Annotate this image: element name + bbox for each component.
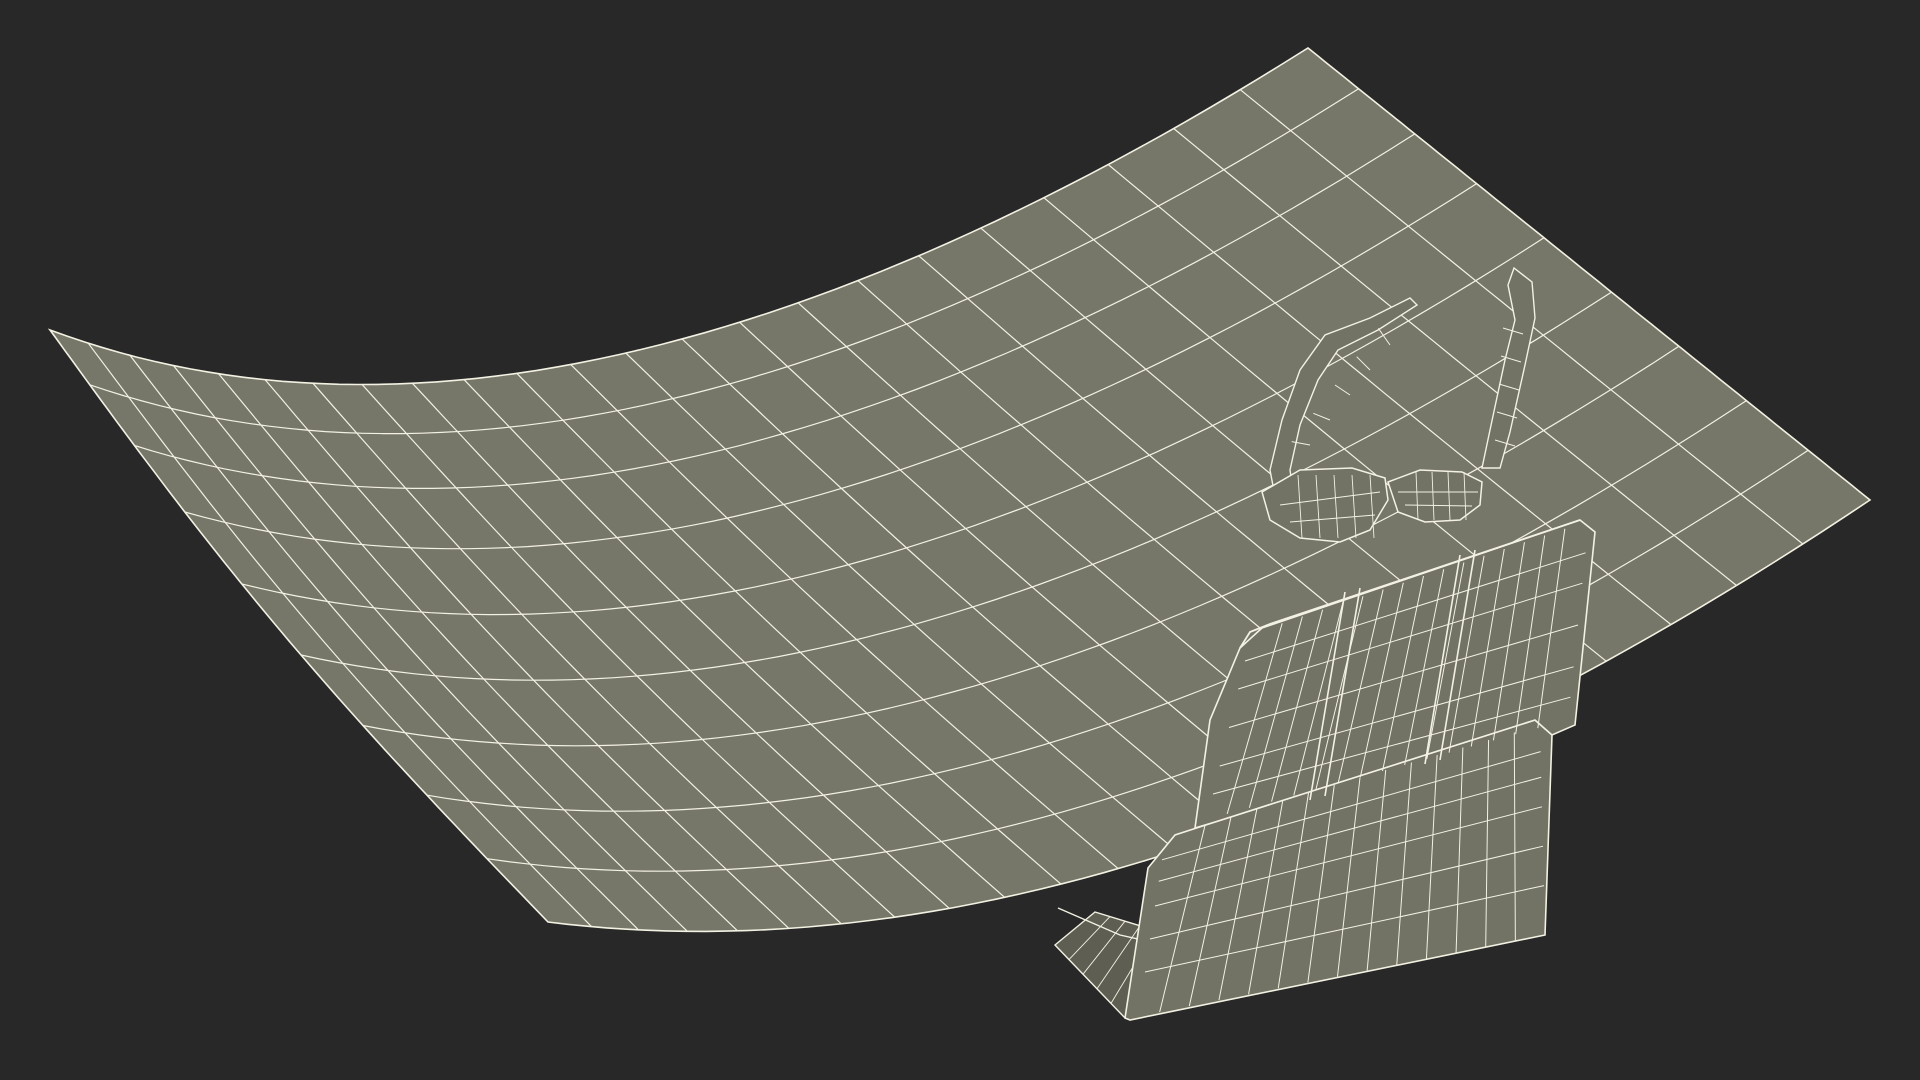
wireframe-scene	[47, 47, 1872, 1021]
curved-screen-mesh	[47, 47, 1872, 933]
screen-surface	[47, 47, 1872, 933]
3d-viewport[interactable]	[0, 0, 1920, 1080]
glasses-right-lens	[1387, 469, 1483, 523]
